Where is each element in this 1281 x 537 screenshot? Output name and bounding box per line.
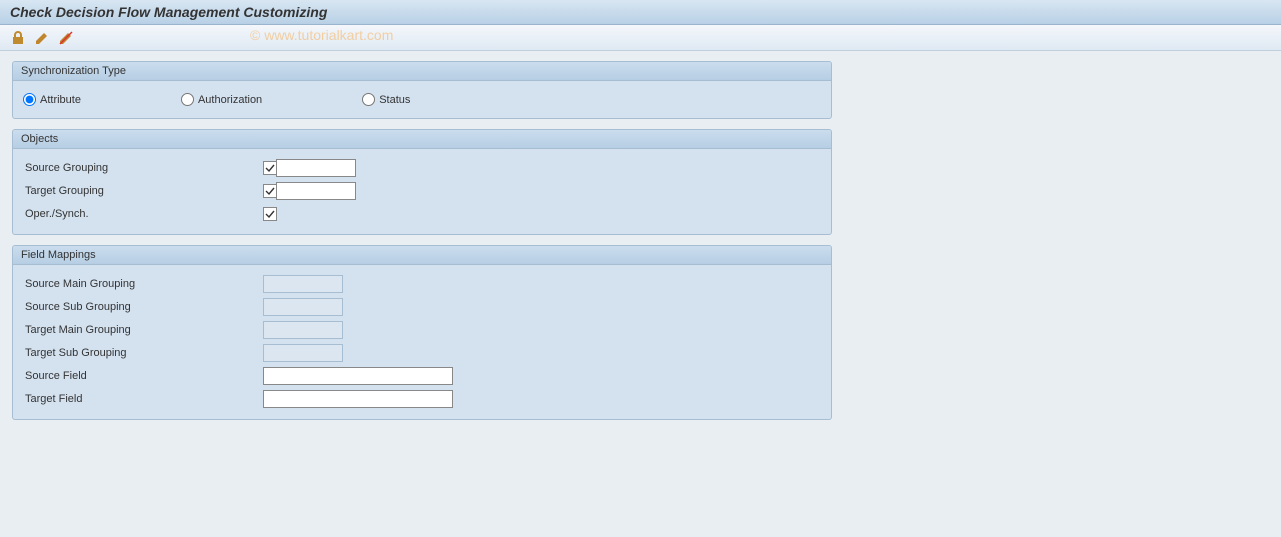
label-target-main: Target Main Grouping (23, 324, 263, 336)
row-source-sub: Source Sub Grouping (23, 296, 821, 318)
pencil-icon[interactable] (34, 30, 50, 46)
groupbox-objects: Objects Source Grouping Target Grouping (12, 129, 832, 235)
row-oper-synch: Oper./Synch. (23, 203, 821, 225)
checkbox-source-grouping[interactable] (263, 161, 277, 175)
input-target-sub[interactable] (263, 344, 343, 362)
input-target-main[interactable] (263, 321, 343, 339)
label-target-field: Target Field (23, 393, 263, 405)
groupbox-sync-type: Synchronization Type Attribute Authoriza… (12, 61, 832, 119)
groupbox-header-objects: Objects (13, 130, 831, 149)
label-source-main: Source Main Grouping (23, 278, 263, 290)
groupbox-header-mappings: Field Mappings (13, 246, 831, 265)
radio-authorization[interactable]: Authorization (181, 93, 262, 106)
content-area: Synchronization Type Attribute Authoriza… (0, 51, 1281, 440)
row-target-sub: Target Sub Grouping (23, 342, 821, 364)
label-source-grouping: Source Grouping (23, 162, 263, 174)
label-oper-synch: Oper./Synch. (23, 208, 263, 220)
radio-authorization-input[interactable] (181, 93, 194, 106)
lock-icon[interactable] (10, 30, 26, 46)
input-source-field[interactable] (263, 367, 453, 385)
radio-status[interactable]: Status (362, 93, 410, 106)
label-target-sub: Target Sub Grouping (23, 347, 263, 359)
row-target-main: Target Main Grouping (23, 319, 821, 341)
label-source-sub: Source Sub Grouping (23, 301, 263, 313)
row-target-grouping: Target Grouping (23, 180, 821, 202)
radio-attribute-input[interactable] (23, 93, 36, 106)
sync-type-radios: Attribute Authorization Status (23, 89, 821, 110)
radio-attribute-label: Attribute (40, 94, 81, 106)
input-target-field[interactable] (263, 390, 453, 408)
radio-status-label: Status (379, 94, 410, 106)
checkbox-oper-synch[interactable] (263, 207, 277, 221)
row-source-main: Source Main Grouping (23, 273, 821, 295)
pencil-slash-icon[interactable] (58, 30, 74, 46)
label-source-field: Source Field (23, 370, 263, 382)
page-title: Check Decision Flow Management Customizi… (0, 0, 1281, 25)
radio-attribute[interactable]: Attribute (23, 93, 81, 106)
groupbox-field-mappings: Field Mappings Source Main Grouping Sour… (12, 245, 832, 420)
input-source-main[interactable] (263, 275, 343, 293)
row-target-field: Target Field (23, 388, 821, 410)
row-source-grouping: Source Grouping (23, 157, 821, 179)
input-source-sub[interactable] (263, 298, 343, 316)
input-source-grouping[interactable] (276, 159, 356, 177)
row-source-field: Source Field (23, 365, 821, 387)
radio-status-input[interactable] (362, 93, 375, 106)
label-target-grouping: Target Grouping (23, 185, 263, 197)
checkbox-target-grouping[interactable] (263, 184, 277, 198)
toolbar: © www.tutorialkart.com (0, 25, 1281, 51)
radio-authorization-label: Authorization (198, 94, 262, 106)
watermark-text: © www.tutorialkart.com (250, 27, 393, 43)
groupbox-header-sync: Synchronization Type (13, 62, 831, 81)
input-target-grouping[interactable] (276, 182, 356, 200)
